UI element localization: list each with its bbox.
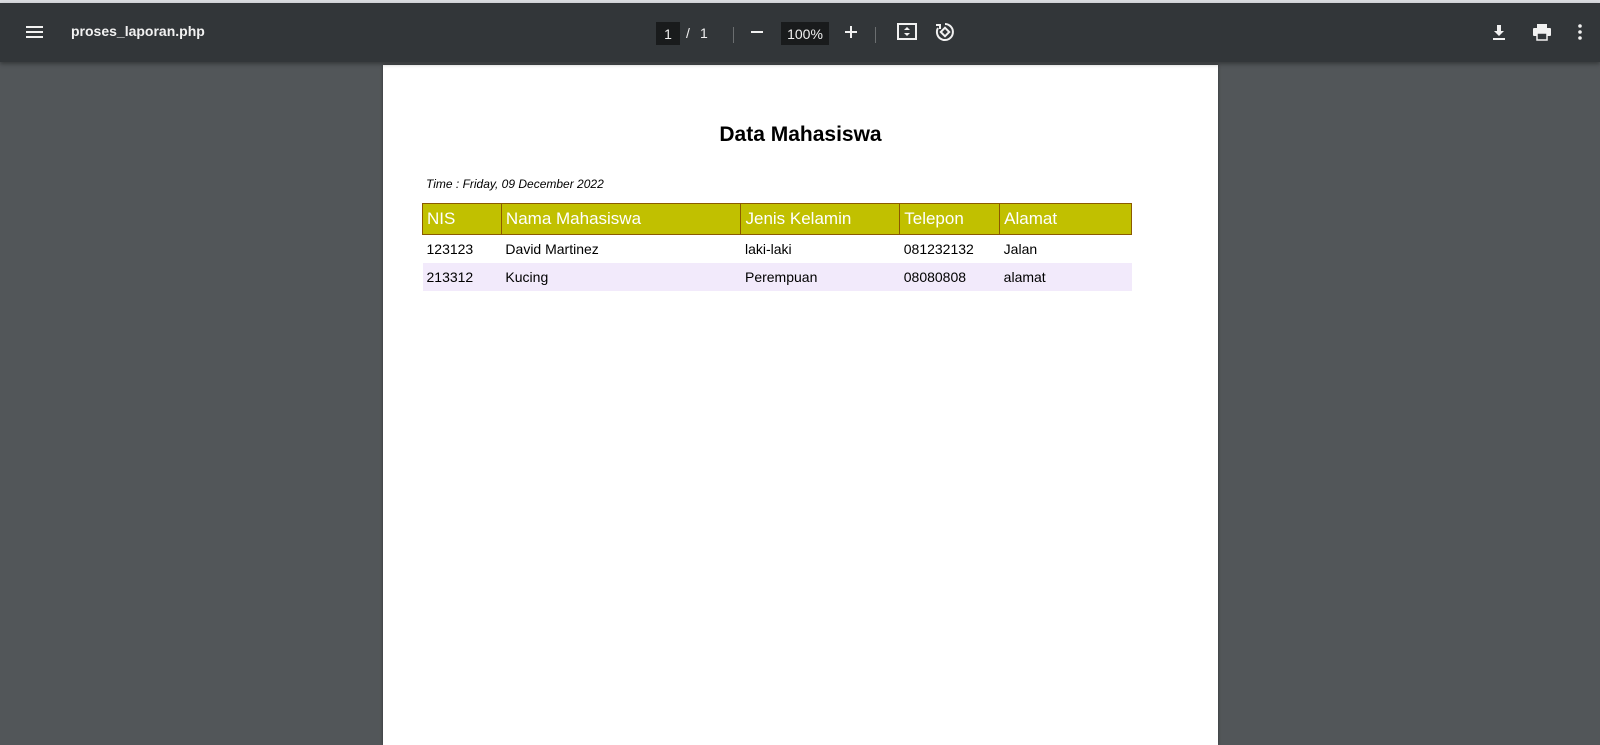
zoom-input[interactable] [781,22,829,45]
report-time: Time : Friday, 09 December 2022 [426,177,604,191]
column-header-nama: Nama Mahasiswa [500,203,742,235]
rotate-icon [934,21,956,43]
table-cell: 123123 [426,241,474,257]
print-button[interactable] [1524,14,1560,50]
table-cell: 08080808 [899,263,1000,291]
column-header-jenis-kelamin: Jenis Kelamin [740,203,901,235]
print-icon [1532,23,1552,41]
pdf-page: Data Mahasiswa Time : Friday, 09 Decembe… [383,65,1218,745]
more-options-button[interactable] [1566,14,1594,50]
table-cell: 081232132 [903,241,974,257]
table-cell: Jalan [1003,241,1038,257]
table-cell: Perempuan [740,263,900,291]
minus-icon [749,24,765,40]
document-filename: proses_laporan.php [71,23,205,39]
plus-icon [843,24,859,40]
student-table: NIS Nama Mahasiswa Jenis Kelamin Telepon… [422,203,1132,291]
page-total: 1 [700,25,708,41]
table-cell: Kucing [501,263,741,291]
table-cell: David Martinez [505,241,599,257]
more-vertical-icon [1577,23,1583,41]
pdf-toolbar: proses_laporan.php / 1 [0,3,1600,62]
fit-page-button[interactable] [889,14,925,50]
table-row: 213312 Kucing Perempuan 08080808 alamat [422,263,1132,291]
document-title: Data Mahasiswa [719,123,882,146]
zoom-out-button[interactable] [739,14,775,50]
page-number-input[interactable] [656,22,680,45]
table-cell: 213312 [422,263,502,291]
download-icon [1490,23,1508,41]
table-row: 123123 David Martinez laki-laki 08123213… [423,235,1132,264]
table-header-row: NIS Nama Mahasiswa Jenis Kelamin Telepon… [422,203,1132,235]
menu-icon[interactable] [17,14,53,50]
table-cell: alamat [999,263,1132,291]
toolbar-divider [875,27,876,43]
pdf-viewer-area[interactable]: Data Mahasiswa Time : Friday, 09 Decembe… [0,62,1600,745]
column-header-telepon: Telepon [899,203,1001,235]
fit-page-icon [896,22,918,42]
rotate-button[interactable] [927,14,963,50]
column-header-alamat: Alamat [999,203,1132,235]
page-separator: / [686,25,690,41]
toolbar-divider [733,27,734,43]
table-cell: laki-laki [744,241,792,257]
column-header-nis: NIS [422,203,502,235]
download-button[interactable] [1481,14,1517,50]
zoom-in-button[interactable] [833,14,869,50]
